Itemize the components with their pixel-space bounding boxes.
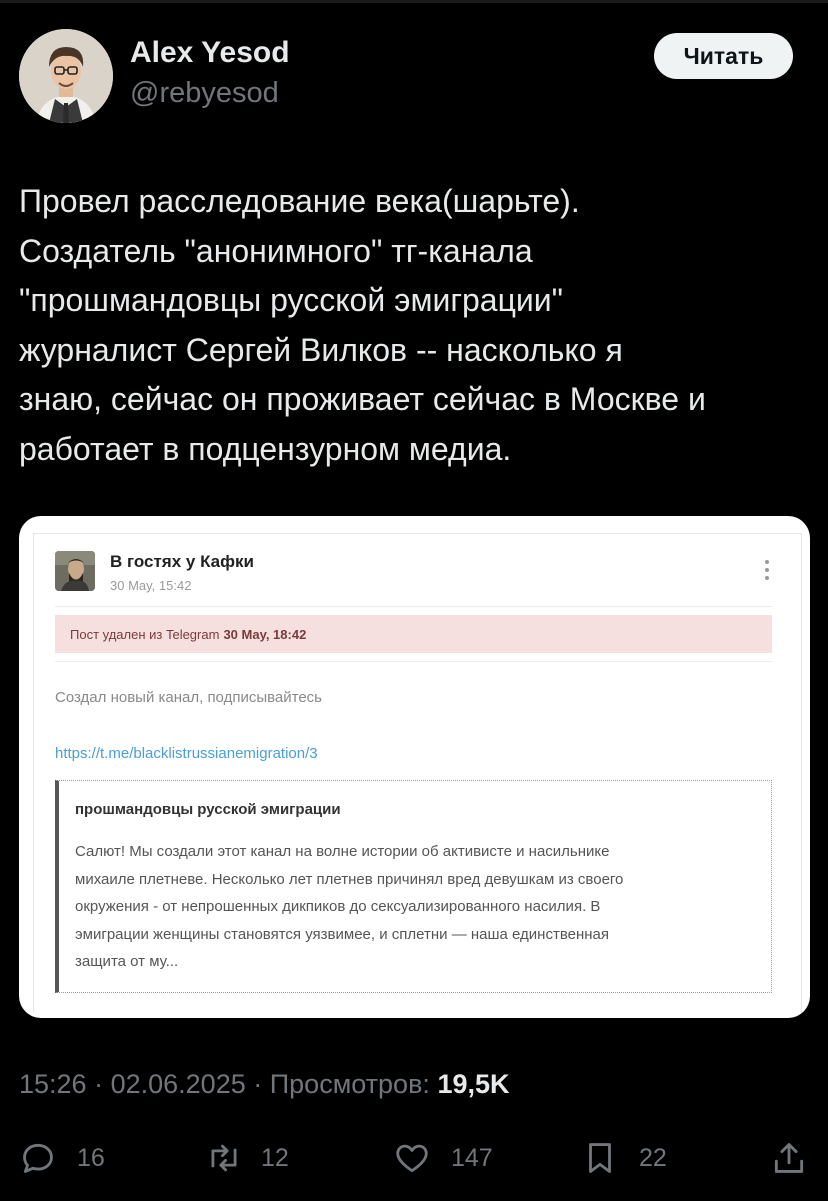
quote-line: Салют! Мы создали этот канал на волне ис… (75, 843, 610, 860)
post-link: https://t.me/blacklistrussianemigration/… (55, 745, 318, 762)
retweet-button[interactable]: 12 (205, 1133, 289, 1183)
meta-separator: · (253, 1069, 270, 1099)
tweet-line: работает в подцензурном медиа. (19, 430, 512, 467)
like-icon (396, 1144, 428, 1173)
tweet-line: знаю, сейчас он проживает сейчас в Москв… (19, 381, 706, 417)
tweet-date[interactable]: 02.06.2025 (111, 1069, 246, 1099)
reply-button[interactable]: 16 (19, 1133, 105, 1183)
action-bar: 16 12 147 22 (0, 1133, 828, 1183)
views-count: 19,5K (437, 1069, 510, 1099)
avatar-illustration (19, 29, 113, 123)
divider (55, 606, 772, 607)
quote-body: Салют! Мы создали этот канал на волне ис… (75, 838, 751, 976)
channel-post-date: 30 May, 15:42 (110, 578, 192, 593)
like-count: 147 (451, 1143, 493, 1172)
tweet-line: Создатель "анонимного" тг-канала (19, 232, 533, 269)
channel-name: В гостях у Кафки (110, 552, 254, 571)
bookmark-count: 22 (639, 1143, 667, 1172)
tweet-text: Провел расследование века(шарьте). Созда… (19, 177, 814, 474)
quote-title: прошмандовцы русской эмиграции (75, 801, 341, 818)
tweet-meta: 15:26 · 02.06.2025 · Просмотров: 19,5K (19, 1069, 510, 1100)
quote-line: окружения - от непрошенных дикпиков до с… (75, 898, 601, 915)
bookmark-icon (589, 1143, 611, 1173)
share-button[interactable] (770, 1133, 808, 1183)
post-text: Создал новый канал, подписывайтесь (55, 689, 322, 706)
more-dots-icon (763, 560, 771, 584)
quote-line: защита от му... (75, 953, 179, 970)
tweet-line: Провел расследование века(шарьте). (19, 183, 580, 219)
author-name[interactable]: Alex Yesod (130, 36, 290, 70)
views-label: Просмотров: (269, 1069, 430, 1099)
tweet-line: "прошмандовцы русской эмиграции" (19, 282, 564, 318)
channel-avatar (55, 551, 95, 591)
reply-icon (23, 1143, 53, 1173)
deleted-prefix: Пост удален из Telegram (70, 626, 220, 642)
forwarded-quote: прошмандовцы русской эмиграции Салют! Мы… (55, 780, 772, 993)
bookmark-button[interactable]: 22 (581, 1133, 667, 1183)
deleted-notice: Пост удален из Telegram 30 May, 18:42 (55, 615, 772, 653)
meta-separator: · (94, 1069, 111, 1099)
top-divider (0, 0, 828, 3)
tweet-time[interactable]: 15:26 (19, 1069, 87, 1099)
share-icon (774, 1143, 804, 1173)
divider (55, 661, 772, 662)
deleted-date: 30 May, 18:42 (223, 626, 307, 642)
quote-line: михаиле плетневе. Несколько лет плетнев … (75, 870, 624, 888)
author-handle[interactable]: @rebyesod (130, 77, 279, 110)
retweet-icon (211, 1144, 237, 1172)
like-button[interactable]: 147 (393, 1133, 493, 1183)
author-avatar[interactable] (19, 29, 113, 123)
tweet-line: журналист Сергей Вилков -- насколько я (19, 331, 623, 368)
attached-image[interactable]: В гостях у Кафки 30 May, 15:42 Пост удал… (19, 516, 810, 1018)
reply-count: 16 (77, 1143, 105, 1172)
quote-line: эмиграции женщины становятся уязвимее, и… (75, 925, 610, 943)
follow-button[interactable]: Читать (654, 33, 793, 79)
retweet-count: 12 (261, 1143, 289, 1172)
